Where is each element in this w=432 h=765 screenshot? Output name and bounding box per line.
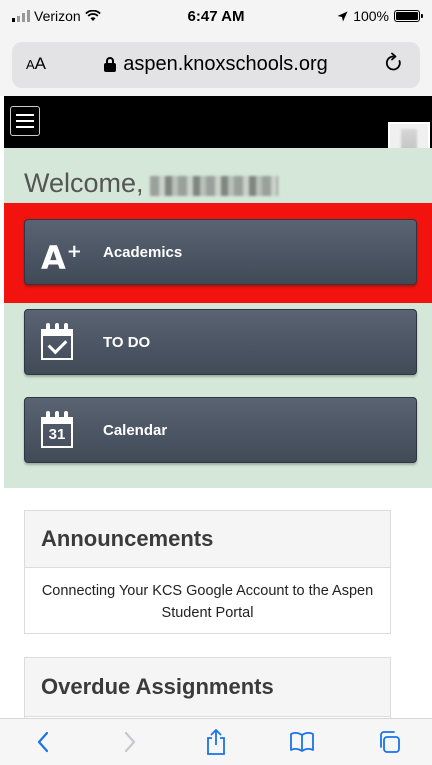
location-arrow-icon [337,11,348,21]
tabs-icon[interactable] [369,724,409,760]
battery-fill [396,12,418,20]
url-text: aspen.knoxschools.org [123,53,328,75]
a-plus-icon: A+ [41,239,82,277]
url-display[interactable]: aspen.knoxschools.org [12,53,420,76]
academics-label: Academics [103,243,183,261]
battery-percent: 100% [353,8,389,24]
todo-button[interactable]: TO DO [24,309,417,375]
announcements-title: Announcements [25,511,390,568]
calendar-icon-number: 31 [48,426,66,443]
bookmarks-icon[interactable] [282,724,322,760]
browser-address-area: AA aspen.knoxschools.org [0,36,432,96]
todo-label: TO DO [103,333,151,351]
calendar-label: Calendar [103,421,168,439]
announcement-item[interactable]: Connecting Your KCS Google Account to th… [25,568,390,624]
battery-group: 100% [337,8,423,24]
battery-icon [394,10,423,22]
overdue-assignments-title: Overdue Assignments [25,658,390,717]
forward-icon[interactable] [110,724,150,760]
lock-icon [104,57,117,72]
app-header [4,96,432,158]
calendar-icon: 31 [41,410,73,448]
share-icon[interactable] [196,724,236,760]
status-bar: Verizon 6:47 AM 100% [0,0,432,36]
welcome-greeting: Welcome, [24,168,144,198]
announcements-panel: Announcements Connecting Your KCS Google… [24,510,391,634]
academics-button[interactable]: A+ Academics [24,219,417,285]
back-icon[interactable] [23,724,63,760]
reload-icon[interactable] [384,52,404,80]
calendar-check-icon [41,322,73,360]
browser-toolbar [0,718,432,765]
address-bar[interactable]: AA aspen.knoxschools.org [12,42,420,88]
welcome-row: Welcome, [24,168,278,199]
redacted-user-name [149,175,278,196]
hamburger-icon[interactable] [10,106,40,136]
calendar-button[interactable]: 31 Calendar [24,397,417,463]
